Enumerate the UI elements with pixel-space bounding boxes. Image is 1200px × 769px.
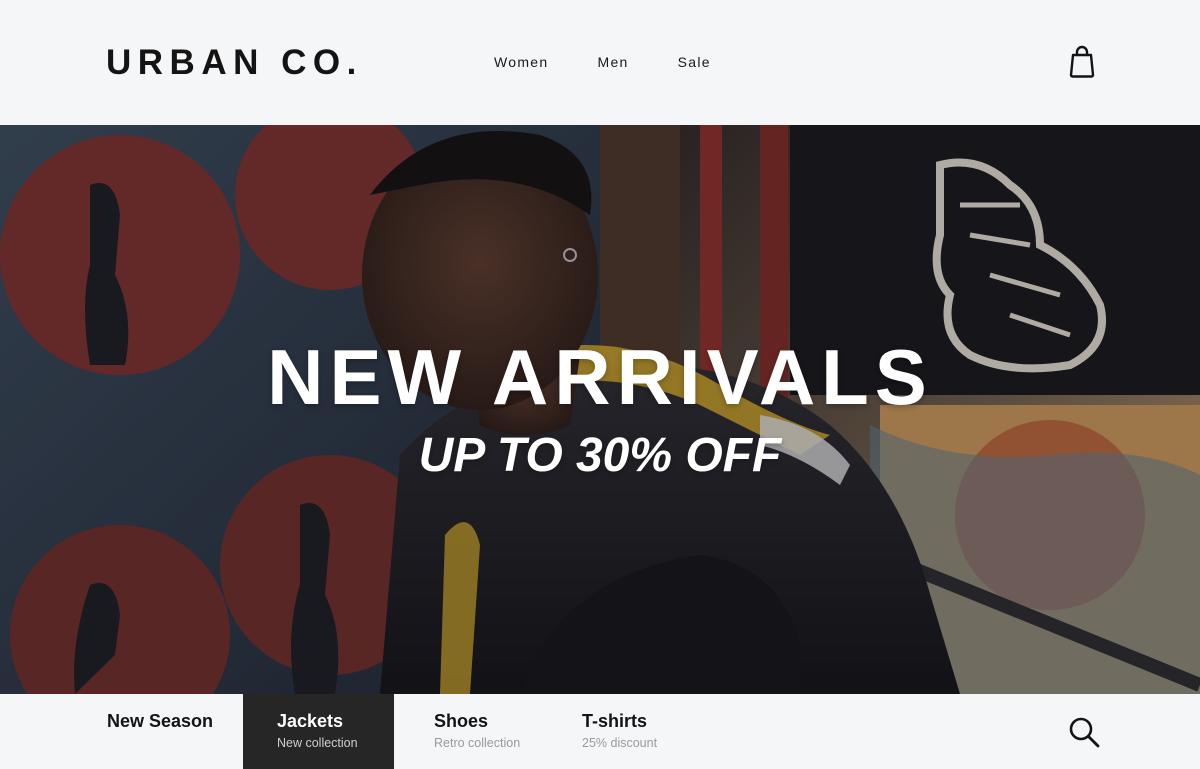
nav-link-women[interactable]: Women [494, 53, 548, 71]
category-subtitle: 25% discount [582, 736, 658, 750]
hero-subtitle: UP TO 30% OFF [418, 429, 782, 482]
category-t-shirts[interactable]: T-shirts 25% discount [582, 694, 692, 769]
category-title: Jackets [277, 711, 344, 731]
nav-link-sale[interactable]: Sale [678, 53, 711, 71]
category-jackets[interactable]: Jackets New collection [243, 694, 394, 769]
category-bar: New Season Jackets New collection Shoes … [0, 694, 1200, 769]
category-new-season[interactable]: New Season [107, 694, 237, 769]
shopping-bag-icon[interactable] [1067, 44, 1097, 78]
category-title: T-shirts [582, 711, 648, 731]
hero-banner[interactable]: NEW ARRIVALS UP TO 30% OFF [0, 125, 1200, 694]
hero-title: NEW ARRIVALS [267, 333, 933, 421]
site-header: URBAN CO. Women Men Sale [0, 0, 1200, 125]
main-nav: Women Men Sale [494, 53, 711, 71]
brand-logo[interactable]: URBAN CO. [106, 40, 363, 86]
category-title: New Season [107, 711, 214, 731]
category-subtitle: New collection [277, 736, 358, 750]
search-icon[interactable] [1068, 716, 1100, 748]
category-shoes[interactable]: Shoes Retro collection [434, 694, 554, 769]
category-subtitle: Retro collection [434, 736, 521, 750]
nav-link-men[interactable]: Men [597, 53, 628, 71]
category-title: Shoes [434, 711, 489, 731]
